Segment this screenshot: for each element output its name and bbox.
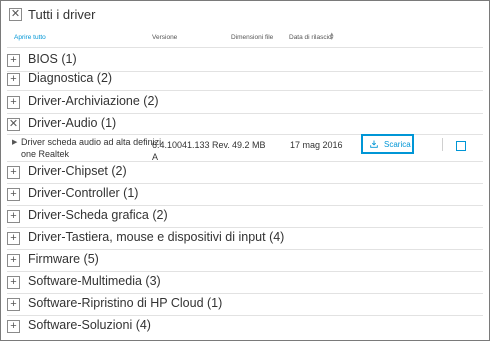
download-icon — [370, 140, 378, 148]
category-firmware[interactable]: + Firmware (5) — [7, 250, 483, 272]
expand-icon[interactable]: + — [7, 298, 20, 311]
category-software-soluzioni[interactable]: + Software-Soluzioni (4) — [7, 316, 483, 337]
category-software-multimedia[interactable]: + Software-Multimedia (3) — [7, 272, 483, 294]
expand-icon[interactable]: + — [7, 73, 20, 86]
category-driver-scheda-grafica[interactable]: + Driver-Scheda grafica (2) — [7, 206, 483, 228]
category-driver-audio[interactable]: ✕ Driver-Audio (1) — [7, 114, 483, 135]
expand-icon[interactable]: + — [7, 188, 20, 201]
expand-icon[interactable]: + — [7, 232, 20, 245]
driver-file-size: 49.2 MB — [232, 140, 266, 150]
download-label: Scarica — [384, 140, 411, 149]
category-label: Driver-Tastiera, mouse e dispositivi di … — [28, 230, 285, 244]
drivers-panel: ✕ Tutti i driver Aprire tutto Versione D… — [0, 0, 490, 341]
expand-icon[interactable]: + — [7, 276, 20, 289]
category-software-ripristino[interactable]: + Software-Ripristino di HP Cloud (1) — [7, 294, 483, 316]
row-separator — [442, 138, 443, 151]
expand-icon[interactable]: + — [7, 254, 20, 267]
driver-name-line-2[interactable]: one Realtek — [21, 149, 69, 159]
category-diagnostica[interactable]: + Diagnostica (2) — [7, 69, 483, 91]
category-label: Driver-Controller (1) — [28, 186, 139, 200]
header-divider — [7, 47, 483, 48]
expand-all-link[interactable]: Aprire tutto — [14, 34, 46, 41]
expand-icon[interactable]: + — [7, 96, 20, 109]
expand-icon[interactable]: + — [7, 166, 20, 179]
category-label: Diagnostica (2) — [28, 71, 113, 85]
category-driver-chipset[interactable]: + Driver-Chipset (2) — [7, 162, 483, 184]
collapse-icon[interactable]: ✕ — [7, 118, 20, 131]
column-header-release-date[interactable]: Data di rilascio — [289, 34, 332, 41]
column-header-file-size: Dimensioni file — [231, 34, 274, 41]
category-driver-archiviazione[interactable]: + Driver-Archiviazione (2) — [7, 92, 483, 114]
column-header-version: Versione — [152, 34, 178, 41]
panel-title: Tutti i driver — [28, 7, 96, 22]
expand-icon[interactable]: + — [7, 210, 20, 223]
driver-name-line-1[interactable]: Driver scheda audio ad alta definizi — [21, 137, 161, 147]
category-label: Driver-Chipset (2) — [28, 164, 127, 178]
category-label: BIOS (1) — [28, 52, 77, 66]
category-driver-tastiera[interactable]: + Driver-Tastiera, mouse e dispositivi d… — [7, 228, 483, 250]
sort-icon[interactable]: ▴ ▾ — [330, 31, 334, 42]
driver-version-line-1: 6.4.10041.133 Rev. — [152, 140, 230, 150]
category-label: Software-Ripristino di HP Cloud (1) — [28, 296, 223, 310]
category-driver-controller[interactable]: + Driver-Controller (1) — [7, 184, 483, 206]
download-button[interactable]: Scarica — [361, 134, 414, 154]
select-checkbox[interactable] — [456, 141, 466, 151]
driver-release-date: 17 mag 2016 — [290, 140, 343, 150]
category-label: Driver-Archiviazione (2) — [28, 94, 159, 108]
category-label: Software-Multimedia (3) — [28, 274, 161, 288]
driver-expand-icon[interactable]: ▶ — [12, 138, 17, 146]
category-label: Driver-Audio (1) — [28, 116, 117, 130]
expand-icon[interactable]: + — [7, 54, 20, 67]
collapse-all-toggle[interactable]: ✕ — [9, 8, 22, 21]
category-label: Firmware (5) — [28, 252, 99, 266]
category-label: Driver-Scheda grafica (2) — [28, 208, 168, 222]
expand-icon[interactable]: + — [7, 320, 20, 333]
category-label: Software-Soluzioni (4) — [28, 318, 151, 332]
